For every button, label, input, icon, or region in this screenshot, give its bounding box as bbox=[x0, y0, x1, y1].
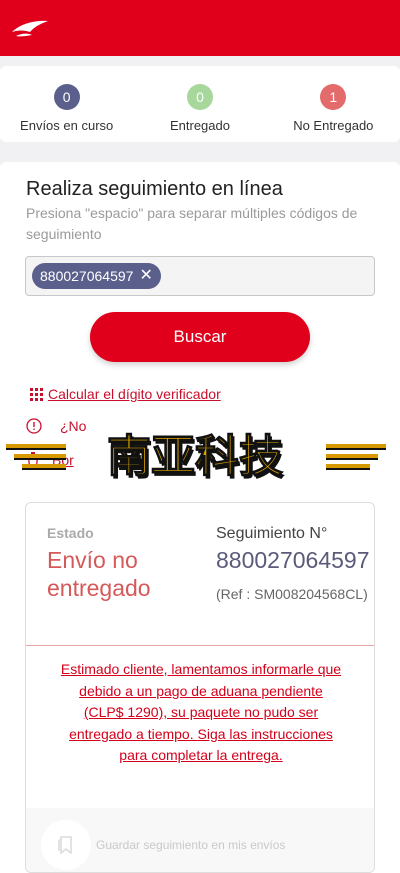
tracking-input[interactable]: 880027064597 ✕ bbox=[25, 256, 375, 296]
seguimiento-label: Seguimiento N° bbox=[216, 525, 328, 542]
save-tracking-label: Guardar seguimiento en mis envíos bbox=[96, 838, 286, 852]
tracking-card: Realiza seguimiento en línea Presiona "e… bbox=[0, 162, 400, 873]
save-tracking-row[interactable]: Guardar seguimiento en mis envíos bbox=[26, 808, 374, 872]
stat-label: Entregado bbox=[169, 118, 230, 133]
stat-count-badge: 0 bbox=[186, 84, 213, 110]
app-header bbox=[0, 0, 400, 56]
reference-number: (Ref : SM008204568CL) bbox=[216, 586, 368, 602]
remove-tag-icon[interactable]: ✕ bbox=[139, 263, 152, 289]
search-hint: Presiona "espacio" para separar múltiple… bbox=[26, 205, 358, 242]
watermark-text: 南亚科技 bbox=[107, 431, 283, 482]
calc-digit-label: Calcular el dígito verificador bbox=[48, 386, 221, 402]
estado-value: Envío no entregado bbox=[47, 547, 151, 601]
result-summary: Estado Envío no entregado Seguimiento N°… bbox=[26, 503, 374, 646]
delivery-message-link[interactable]: Estimado cliente, lamentamos informarle … bbox=[60, 659, 342, 767]
stat-entregado[interactable]: 0 Entregado bbox=[135, 66, 265, 133]
watermark-logo: 南亚科技 南亚科技 bbox=[6, 430, 386, 485]
stat-count-badge: 0 bbox=[53, 84, 80, 110]
estado-label: Estado bbox=[47, 525, 94, 541]
stat-no-entregado[interactable]: 1 No Entregado bbox=[268, 66, 398, 133]
stat-label: No Entregado bbox=[293, 118, 374, 133]
calc-digit-link[interactable]: Calcular el dígito verificador bbox=[30, 386, 221, 402]
stat-en-curso[interactable]: 0 Envíos en curso bbox=[2, 66, 132, 133]
grid-icon bbox=[30, 387, 43, 401]
bookmark-icon bbox=[58, 836, 72, 854]
shipment-stats: 0 Envíos en curso 0 Entregado 1 No Entre… bbox=[0, 66, 400, 142]
result-panel: Estado Envío no entregado Seguimiento N°… bbox=[25, 502, 375, 873]
search-title: Realiza seguimiento en línea bbox=[26, 178, 283, 200]
search-button[interactable]: Buscar bbox=[90, 312, 310, 362]
bird-logo-icon[interactable] bbox=[10, 18, 50, 40]
tracking-tag-label: 880027064597 bbox=[40, 268, 134, 284]
seguimiento-value: 880027064597 bbox=[216, 547, 370, 573]
stat-label: Envíos en curso bbox=[20, 118, 114, 133]
tracking-tag: 880027064597 ✕ bbox=[32, 263, 161, 289]
stat-count-badge: 1 bbox=[320, 84, 347, 110]
